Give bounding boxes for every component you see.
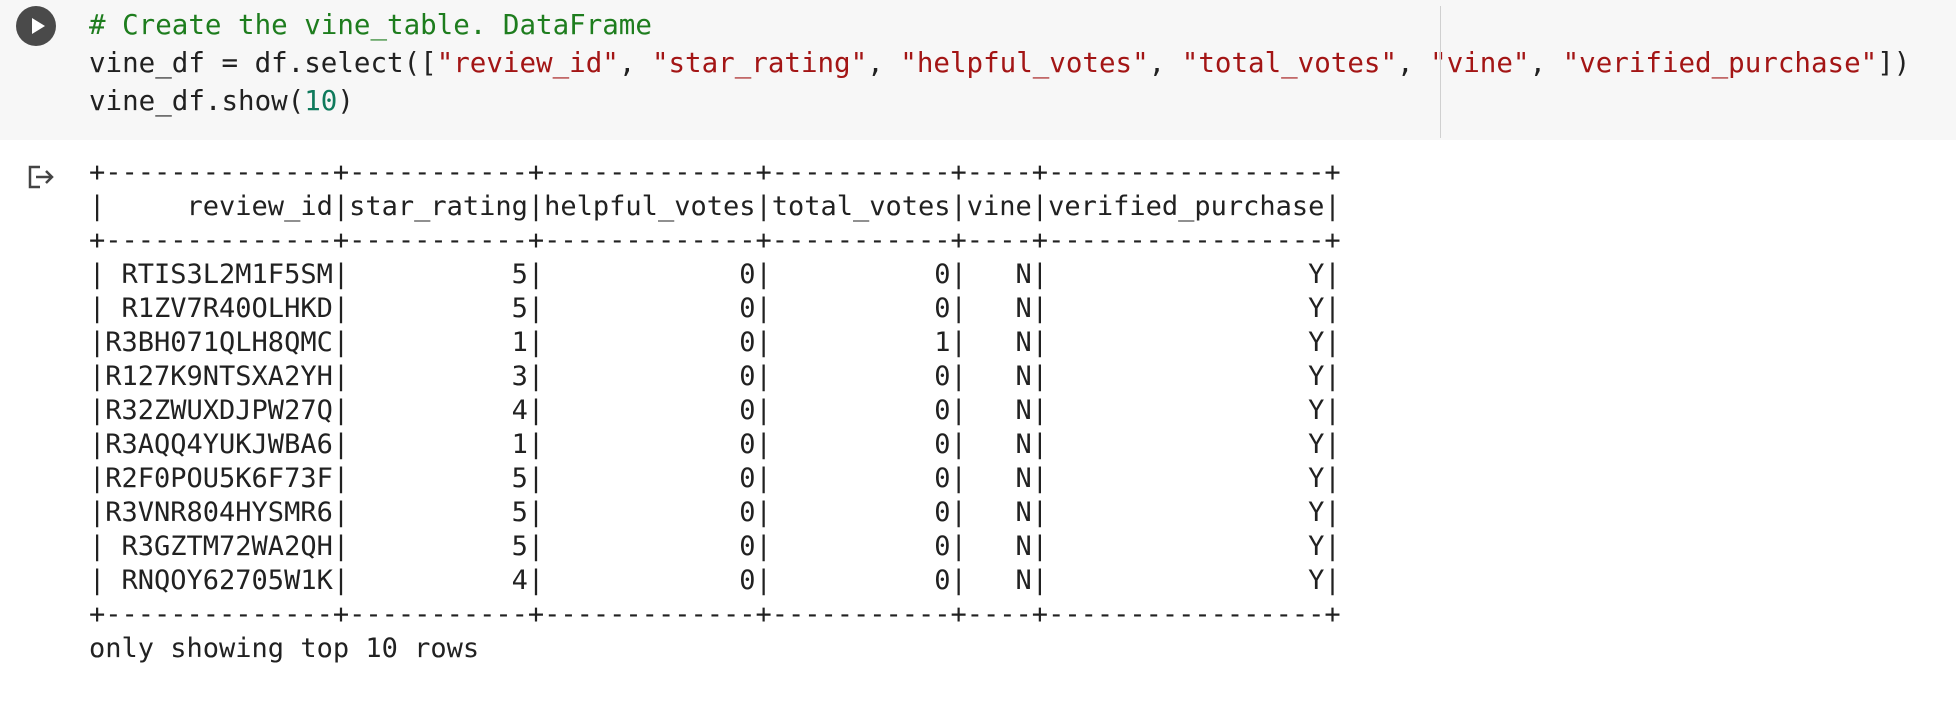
code-token-string: "verified_purchase": [1562, 47, 1878, 79]
code-token-plain: vine_df.show(: [89, 85, 305, 117]
output-line: | RNQOY62705W1K| 4| 0| 0| N| Y|: [89, 565, 1341, 596]
code-token-plain: ,: [1397, 47, 1431, 79]
cell-output: +--------------+-----------+------------…: [89, 156, 1341, 666]
code-token-comment: # Create the vine_table. DataFrame: [89, 9, 652, 41]
code-editor[interactable]: # Create the vine_table. DataFrame vine_d…: [0, 0, 1956, 140]
code-token-plain: ]): [1877, 47, 1911, 79]
output-line: |R3AQQ4YUKJWBA6| 1| 0| 0| N| Y|: [89, 429, 1341, 460]
output-line: | R3GZTM72WA2QH| 5| 0| 0| N| Y|: [89, 531, 1341, 562]
code-token-string: "star_rating": [651, 47, 868, 79]
code-text[interactable]: # Create the vine_table. DataFrame vine_d…: [89, 6, 1910, 120]
code-line: # Create the vine_table. DataFrame: [89, 6, 1910, 44]
code-line: vine_df = df.select(["review_id", "star_…: [89, 44, 1910, 82]
output-line: | review_id|star_rating|helpful_votes|to…: [89, 191, 1341, 222]
code-token-plain: ,: [618, 47, 652, 79]
code-token-plain: ,: [867, 47, 901, 79]
code-token-number: 10: [304, 85, 338, 117]
output-line: |R127K9NTSXA2YH| 3| 0| 0| N| Y|: [89, 361, 1341, 392]
code-token-string: "review_id": [436, 47, 619, 79]
output-line: | R1ZV7R40OLHKD| 5| 0| 0| N| Y|: [89, 293, 1341, 324]
output-icon[interactable]: [26, 164, 56, 190]
output-line: +--------------+-----------+------------…: [89, 599, 1341, 630]
output-line: |R32ZWUXDJPW27Q| 4| 0| 0| N| Y|: [89, 395, 1341, 426]
code-token-string: "vine": [1430, 47, 1530, 79]
column-ruler: [1440, 6, 1441, 138]
output-line: only showing top 10 rows: [89, 633, 480, 664]
output-line: |R2F0POU5K6F73F| 5| 0| 0| N| Y|: [89, 463, 1341, 494]
output-line: |R3VNR804HYSMR6| 5| 0| 0| N| Y|: [89, 497, 1341, 528]
code-token-plain: ): [337, 85, 354, 117]
code-token-plain: vine_df = df.select([: [89, 47, 437, 79]
output-line: +--------------+-----------+------------…: [89, 157, 1341, 188]
code-token-plain: ,: [1529, 47, 1563, 79]
output-line: | RTIS3L2M1F5SM| 5| 0| 0| N| Y|: [89, 259, 1341, 290]
output-line: +--------------+-----------+------------…: [89, 225, 1341, 256]
code-token-plain: ,: [1148, 47, 1182, 79]
notebook-cell: # Create the vine_table. DataFrame vine_d…: [0, 0, 1956, 702]
code-line: vine_df.show(10): [89, 82, 1910, 120]
run-cell-button[interactable]: [16, 6, 56, 46]
output-line: |R3BH071QLH8QMC| 1| 0| 1| N| Y|: [89, 327, 1341, 358]
code-token-string: "total_votes": [1181, 47, 1398, 79]
play-icon: [32, 18, 45, 34]
code-token-string: "helpful_votes": [900, 47, 1149, 79]
